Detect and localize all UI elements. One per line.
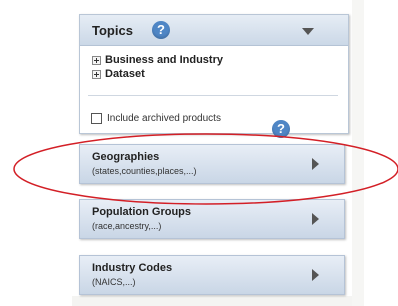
help-icon[interactable]: ?: [152, 21, 170, 39]
topic-item-business-and-industry[interactable]: Business and Industry: [92, 53, 223, 67]
facet-subtitle: (states,counties,places,...): [92, 166, 197, 176]
facet-title: Population Groups: [92, 206, 191, 218]
facet-industry-codes[interactable]: Industry Codes (NAICS,...): [79, 255, 345, 295]
include-archived-option[interactable]: Include archived products: [91, 111, 221, 125]
divider: [88, 95, 338, 96]
chevron-down-icon[interactable]: [302, 28, 314, 35]
topics-panel: Topics ? Business and Industry Dataset I…: [79, 14, 349, 138]
include-archived-label: Include archived products: [107, 112, 221, 124]
page-bottom-strip: [72, 296, 352, 306]
page-right-strip: [352, 0, 364, 306]
topics-header[interactable]: Topics ?: [80, 15, 348, 46]
chevron-right-icon[interactable]: [312, 213, 319, 225]
facet-subtitle: (race,ancestry,...): [92, 221, 162, 231]
facet-population-groups[interactable]: Population Groups (race,ancestry,...): [79, 199, 345, 239]
topics-title: Topics: [92, 23, 133, 38]
chevron-right-icon[interactable]: [312, 158, 319, 170]
topic-item-label: Business and Industry: [105, 54, 223, 66]
chevron-right-icon[interactable]: [312, 269, 319, 281]
include-archived-checkbox[interactable]: [91, 112, 102, 124]
page: Topics ? Business and Industry Dataset I…: [0, 0, 398, 306]
topic-item-dataset[interactable]: Dataset: [92, 67, 145, 81]
topic-item-label: Dataset: [105, 68, 145, 80]
facet-subtitle: (NAICS,...): [92, 277, 136, 287]
facet-title: Geographies: [92, 151, 160, 163]
expand-icon[interactable]: [92, 69, 101, 79]
help-icon[interactable]: ?: [272, 120, 290, 138]
facet-title: Industry Codes: [92, 262, 173, 274]
expand-icon[interactable]: [92, 55, 101, 65]
facet-geographies[interactable]: Geographies (states,counties,places,...): [79, 144, 345, 184]
